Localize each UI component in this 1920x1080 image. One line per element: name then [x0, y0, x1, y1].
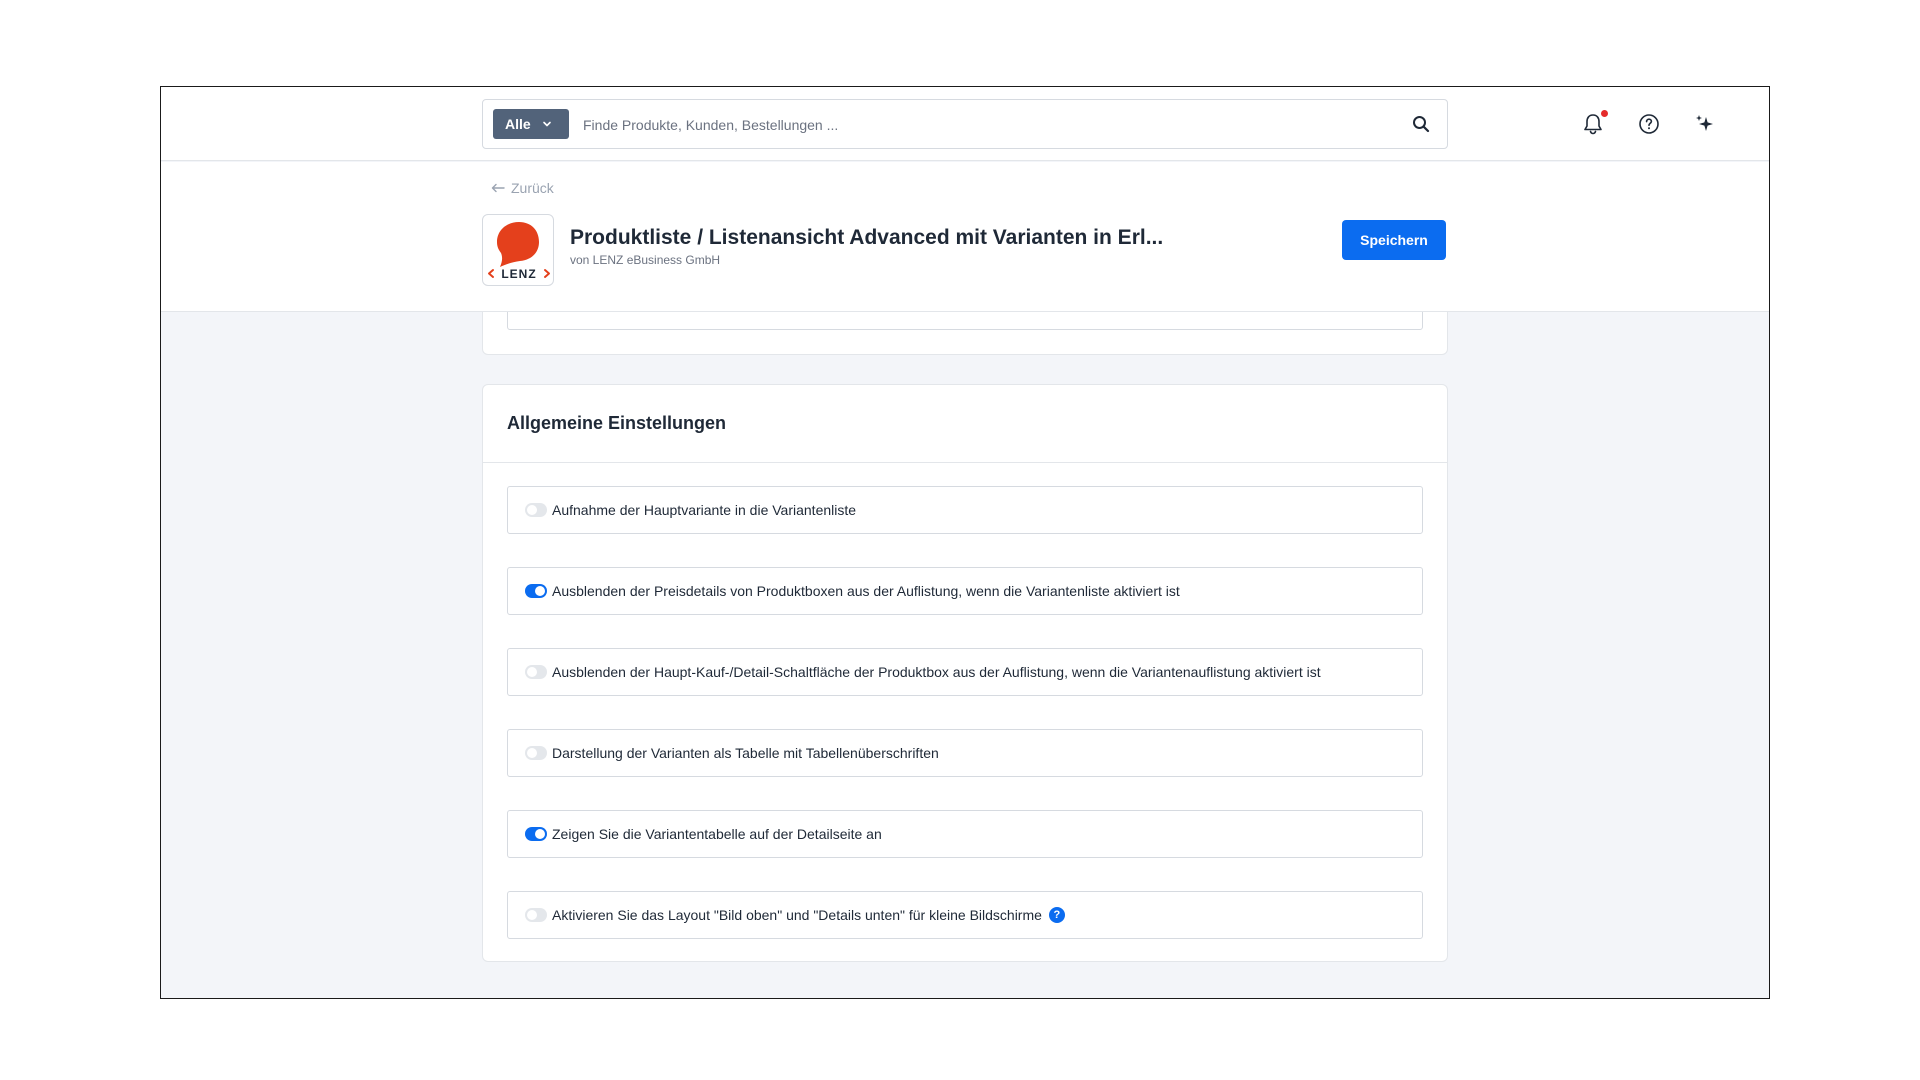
option-row: Aufnahme der Hauptvariante in die Varian…: [507, 486, 1423, 534]
app-window: Alle Zurück LENZ Produktliste / Listenan…: [160, 86, 1770, 999]
chevron-down-icon: [542, 121, 551, 127]
toggle-switch[interactable]: [525, 827, 547, 841]
card-title: Allgemeine Einstellungen: [507, 413, 727, 433]
card-header: Allgemeine Einstellungen: [483, 385, 1447, 463]
option-row: Ausblenden der Preisdetails von Produktb…: [507, 567, 1423, 615]
toggle-switch[interactable]: [525, 908, 547, 922]
save-button[interactable]: Speichern: [1342, 220, 1446, 260]
back-label: Zurück: [511, 180, 554, 196]
page-header: Zurück LENZ Produktliste / Listenansicht…: [161, 162, 1769, 312]
option-label: Ausblenden der Preisdetails von Produktb…: [552, 583, 1180, 599]
back-link[interactable]: Zurück: [491, 180, 554, 196]
arrow-left-icon: [491, 183, 505, 193]
toggle-switch[interactable]: [525, 746, 547, 760]
option-label: Darstellung der Varianten als Tabelle mi…: [552, 745, 939, 761]
page-title: Produktliste / Listenansicht Advanced mi…: [570, 226, 1164, 249]
option-row: Ausblenden der Haupt-Kauf-/Detail-Schalt…: [507, 648, 1423, 696]
global-search: Alle: [482, 99, 1448, 149]
lenz-logo: LENZ: [488, 222, 550, 281]
search-icon[interactable]: [1411, 114, 1431, 134]
info-icon[interactable]: ?: [1048, 907, 1065, 923]
svg-text:LENZ: LENZ: [501, 267, 536, 281]
notification-dot: [1601, 110, 1608, 117]
option-label: Zeigen Sie die Variantentabelle auf der …: [552, 826, 882, 842]
toggle-switch[interactable]: [525, 503, 547, 517]
top-bar: Alle: [161, 87, 1769, 161]
option-label: Ausblenden der Haupt-Kauf-/Detail-Schalt…: [552, 664, 1321, 680]
option-row: Aktivieren Sie das Layout "Bild oben" un…: [507, 891, 1423, 939]
option-label: Aktivieren Sie das Layout "Bild oben" un…: [552, 907, 1042, 923]
toggle-switch[interactable]: [525, 584, 547, 598]
sparkle-icon[interactable]: [1692, 111, 1718, 137]
plugin-logo: LENZ: [482, 214, 554, 286]
page-subtitle: von LENZ eBusiness GmbH: [570, 253, 721, 267]
option-row: Zeigen Sie die Variantentabelle auf der …: [507, 810, 1423, 858]
search-input[interactable]: [583, 110, 1373, 140]
search-scope-select[interactable]: Alle: [493, 109, 569, 139]
help-icon[interactable]: [1636, 111, 1662, 137]
search-scope-label: Alle: [505, 116, 531, 132]
toggle-switch[interactable]: [525, 665, 547, 679]
option-label: Aufnahme der Hauptvariante in die Varian…: [552, 502, 857, 518]
option-row: Darstellung der Varianten als Tabelle mi…: [507, 729, 1423, 777]
settings-options: Aufnahme der Hauptvariante in die Varian…: [483, 463, 1447, 939]
general-settings-card: Allgemeine Einstellungen Aufnahme der Ha…: [482, 384, 1448, 962]
